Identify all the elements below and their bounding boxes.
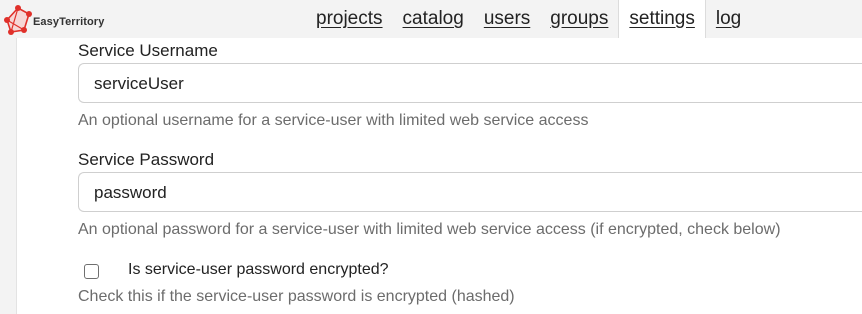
service-username-input[interactable]: serviceUser xyxy=(78,63,862,103)
nav-log[interactable]: log xyxy=(706,0,751,38)
nav-users[interactable]: users xyxy=(474,0,540,38)
service-password-help: An optional password for a service-user … xyxy=(78,221,781,238)
top-navigation-bar: EasyTerritory projects catalog users gro… xyxy=(0,0,862,38)
service-username-label: Service Username xyxy=(78,41,218,60)
app-logo[interactable]: EasyTerritory xyxy=(2,2,122,38)
logo-text: EasyTerritory xyxy=(33,16,105,28)
service-username-help: An optional username for a service-user … xyxy=(78,112,589,129)
service-password-input[interactable]: password xyxy=(78,172,862,212)
encrypted-help: Check this if the service-user password … xyxy=(78,288,515,305)
nav-groups[interactable]: groups xyxy=(540,0,618,38)
nav-catalog[interactable]: catalog xyxy=(393,0,474,38)
encrypted-checkbox-label[interactable]: Is service-user password encrypted? xyxy=(128,261,389,279)
easyterritory-logo-icon xyxy=(4,5,32,35)
settings-panel: Service Username serviceUser An optional… xyxy=(16,38,862,314)
nav-projects[interactable]: projects xyxy=(306,0,393,38)
nav-settings[interactable]: settings xyxy=(618,0,706,38)
service-password-label: Service Password xyxy=(78,150,215,169)
main-nav: projects catalog users groups settings l… xyxy=(306,0,751,38)
encrypted-checkbox[interactable] xyxy=(84,264,99,279)
